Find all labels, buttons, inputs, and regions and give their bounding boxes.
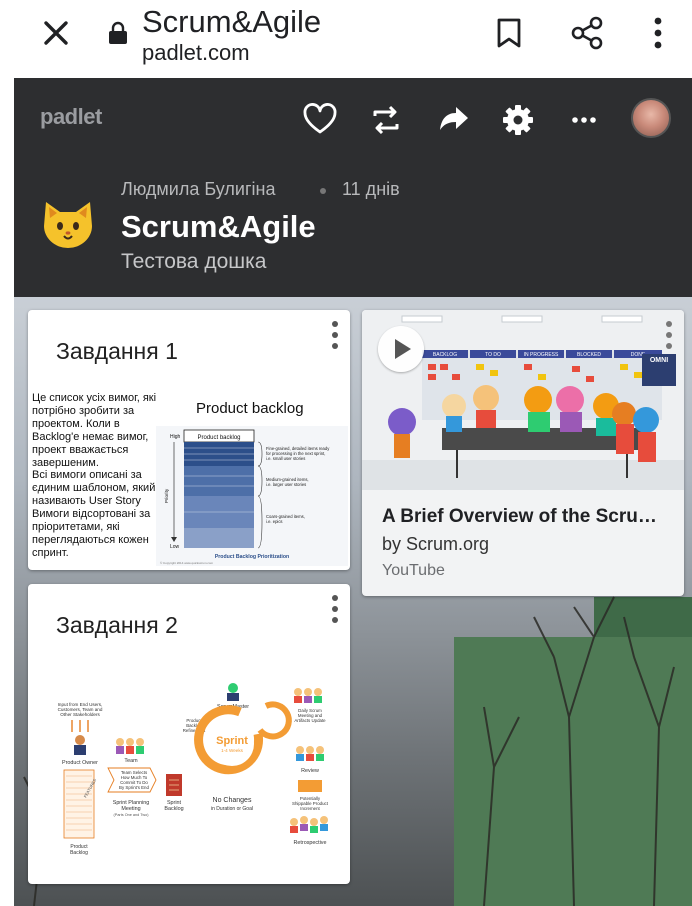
browser-toolbar: Scrum&Agile padlet.com — [0, 0, 692, 78]
svg-text:BLOCKED: BLOCKED — [577, 352, 601, 358]
svg-text:Retrospective: Retrospective — [294, 840, 327, 846]
svg-text:1-4 Weeks: 1-4 Weeks — [221, 748, 244, 753]
svg-text:Team: Team — [124, 758, 138, 764]
post-menu-icon[interactable] — [330, 594, 340, 624]
video-author: by Scrum.org — [382, 534, 490, 554]
video-title[interactable]: A Brief Overview of the Scru… — [382, 506, 657, 528]
svg-text:IN PROGRESS: IN PROGRESS — [524, 352, 559, 358]
video-source: YouTube — [382, 562, 445, 579]
more-icon[interactable] — [566, 102, 602, 138]
svg-text:© Copyright 2014 www.quickscru: © Copyright 2014 www.quickscrum.com — [160, 561, 214, 565]
product-backlog-diagram: Product backlog High Low Priority Fine-g… — [156, 426, 348, 566]
board-title: Scrum&Agile — [121, 209, 316, 244]
post-menu-icon[interactable] — [330, 320, 340, 350]
close-icon[interactable] — [40, 17, 72, 49]
scrum-process-diagram: Input from End Users, Customers, Team an… — [58, 683, 329, 856]
play-button-icon[interactable] — [378, 326, 424, 372]
svg-text:Meeting: Meeting — [121, 806, 140, 812]
svg-text:BACKLOG: BACKLOG — [433, 352, 457, 358]
overflow-menu-icon[interactable] — [648, 15, 668, 51]
svg-text:High: High — [170, 434, 181, 440]
svg-text:OMNI: OMNI — [650, 357, 668, 364]
video-thumbnail[interactable]: BACKLOG TO DO IN PROGRESS BLOCKED DONE O… — [362, 310, 684, 490]
svg-text:i.e. epics: i.e. epics — [266, 519, 283, 524]
board-subtitle: Тестова дошка — [121, 250, 267, 273]
board-author: Людмила Булигіна — [121, 179, 276, 199]
user-avatar[interactable] — [631, 98, 671, 138]
svg-text:Product backlog: Product backlog — [197, 435, 240, 441]
svg-text:i.e. larger user stories: i.e. larger user stories — [266, 482, 306, 487]
svg-text:Other Stakeholders: Other Stakeholders — [60, 712, 100, 717]
post-description: Це список усіх вимог, які потрібно зроби… — [32, 392, 157, 559]
share-arrow-icon[interactable] — [436, 102, 472, 138]
svg-text:i.e. small user stories: i.e. small user stories — [266, 456, 305, 461]
board-header: padlet Людмила Булигіна 11 днів Scrum&Ag… — [14, 78, 692, 297]
cat-emoji-icon — [44, 202, 92, 248]
svg-text:Increment: Increment — [300, 806, 320, 811]
board-age: 11 днів — [342, 179, 400, 199]
svg-text:Review: Review — [301, 768, 319, 774]
separator-dot — [320, 188, 326, 194]
remake-icon[interactable] — [368, 102, 404, 138]
page-url[interactable]: padlet.com — [142, 40, 250, 66]
lock-icon — [109, 21, 127, 44]
svg-text:(Parts One and Two): (Parts One and Two) — [114, 813, 150, 817]
svg-text:Backlog: Backlog — [164, 806, 183, 812]
post-menu-icon[interactable] — [664, 320, 674, 350]
heart-icon[interactable] — [302, 102, 338, 138]
svg-text:Product Backlog Prioritization: Product Backlog Prioritization — [215, 554, 289, 560]
padlet-logo[interactable]: padlet — [40, 104, 102, 130]
gear-icon[interactable] — [500, 102, 536, 138]
svg-text:Backlog: Backlog — [70, 850, 88, 856]
post-card-task-2[interactable]: Завдання 2 Input from End Users, Custome… — [28, 584, 350, 884]
post-title: Завдання 2 — [56, 612, 178, 638]
svg-text:By Sprint's End: By Sprint's End — [119, 785, 149, 790]
svg-text:TO DO: TO DO — [485, 352, 501, 358]
svg-text:Priority: Priority — [164, 488, 169, 503]
page-title: Scrum&Agile — [142, 4, 322, 39]
padlet-board: padlet Людмила Булигіна 11 днів Scrum&Ag… — [14, 78, 692, 906]
product-backlog-heading: Product backlog — [196, 400, 304, 417]
post-card-task-1[interactable]: Завдання 1 Це список усіх вимог, які пот… — [28, 310, 350, 570]
post-card-video[interactable]: BACKLOG TO DO IN PROGRESS BLOCKED DONE O… — [362, 310, 684, 596]
post-title: Завдання 1 — [56, 338, 178, 364]
share-icon[interactable] — [570, 16, 604, 50]
svg-text:in Duration or Goal: in Duration or Goal — [211, 806, 253, 812]
svg-text:Low: Low — [170, 544, 180, 550]
svg-text:Sprint: Sprint — [216, 735, 248, 747]
bookmark-icon[interactable] — [496, 17, 522, 49]
svg-text:Artifacts Update: Artifacts Update — [294, 718, 326, 723]
svg-text:Product Owner: Product Owner — [62, 760, 98, 766]
svg-text:No Changes: No Changes — [213, 797, 252, 804]
